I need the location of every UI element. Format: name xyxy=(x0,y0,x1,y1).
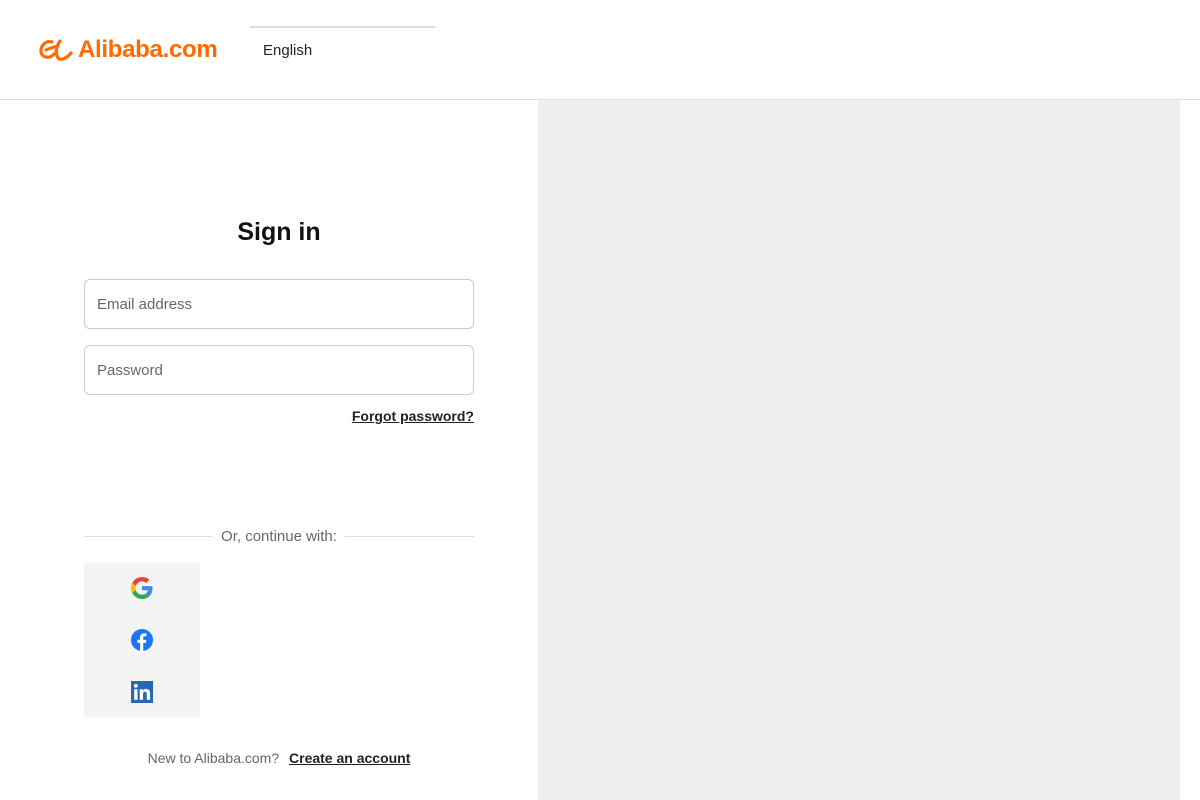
new-user-text: New to Alibaba.com? xyxy=(147,750,280,766)
language-selector[interactable]: English xyxy=(250,26,435,76)
create-account-link[interactable]: Create an account xyxy=(289,750,410,766)
divider-text: Or, continue with: xyxy=(221,527,337,545)
google-icon xyxy=(131,577,153,599)
facebook-signin-button[interactable] xyxy=(84,614,200,666)
signin-panel: Sign in Forgot password? Or, continue wi… xyxy=(0,100,538,800)
social-divider: Or, continue with: xyxy=(84,526,474,546)
logo-text: Alibaba.com xyxy=(78,36,218,63)
linkedin-signin-button[interactable] xyxy=(84,666,200,718)
language-label[interactable]: English xyxy=(263,42,312,59)
password-input[interactable] xyxy=(84,345,474,395)
email-input[interactable] xyxy=(84,279,474,329)
forgot-password-link[interactable]: Forgot password? xyxy=(352,408,474,424)
google-signin-button[interactable] xyxy=(84,562,200,614)
page-title: Sign in xyxy=(237,218,321,246)
linkedin-icon xyxy=(131,681,153,703)
facebook-icon xyxy=(131,629,153,651)
divider-line xyxy=(84,535,214,537)
signup-prompt: New to Alibaba.com? Create an account xyxy=(84,750,474,766)
divider-line xyxy=(344,535,474,537)
alibaba-logo[interactable]: Alibaba.com xyxy=(38,34,218,66)
promo-panel xyxy=(538,100,1180,800)
alibaba-logo-icon xyxy=(39,39,73,61)
top-header: Alibaba.com English xyxy=(0,0,1200,100)
